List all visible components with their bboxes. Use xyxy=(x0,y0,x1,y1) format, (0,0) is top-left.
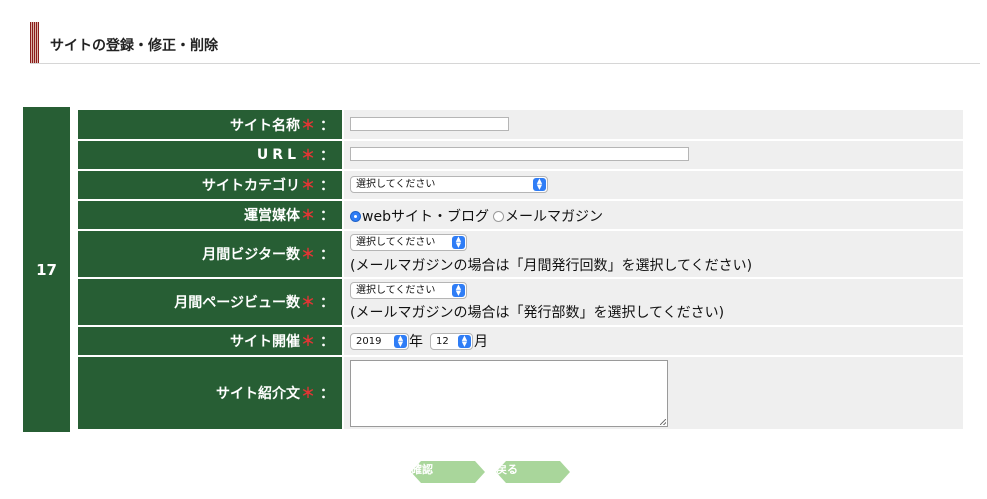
colon: ： xyxy=(320,208,334,224)
site-name-input[interactable] xyxy=(350,117,509,131)
required-mark: ＊ xyxy=(301,117,315,134)
select-value: 選択してください xyxy=(356,285,436,296)
required-mark: ＊ xyxy=(301,178,315,194)
label-text: URL xyxy=(256,147,300,163)
required-mark: ＊ xyxy=(301,295,315,311)
category-select[interactable]: 選択してください ▲ ▼ xyxy=(350,176,548,193)
back-button[interactable]: 戻る xyxy=(496,461,570,483)
row-description: サイト紹介文＊ ： xyxy=(78,357,963,429)
required-mark: ＊ xyxy=(301,334,315,350)
select-arrows-icon: ▲ ▼ xyxy=(394,335,407,348)
label-text: サイトカテゴリ xyxy=(202,178,300,194)
select-arrows-icon: ▲ ▼ xyxy=(533,178,546,191)
select-value: 2019 xyxy=(356,336,382,347)
radio-mail-magazine-label: メールマガジン xyxy=(504,209,603,225)
url-input[interactable] xyxy=(350,147,689,161)
field-monthly-visitors: 選択してください ▲ ▼ (メールマガジンの場合は「月間発行回数」を選択してくださ… xyxy=(344,231,963,277)
colon: ： xyxy=(320,295,334,311)
field-site-name xyxy=(344,110,963,139)
select-value: 選択してください xyxy=(356,179,436,190)
month-select[interactable]: 12 ▲ ▼ xyxy=(430,333,473,350)
label-media: 運営媒体＊ ： xyxy=(78,201,342,229)
field-monthly-pageviews: 選択してください ▲ ▼ (メールマガジンの場合は「発行部数」を選択してください) xyxy=(344,279,963,325)
select-arrows-icon: ▲ ▼ xyxy=(458,335,471,348)
select-value: 12 xyxy=(436,336,449,347)
row-url: URL ＊ ： xyxy=(78,141,963,169)
field-description xyxy=(344,357,963,429)
description-textarea[interactable] xyxy=(350,360,668,427)
label-site-name: サイト名称＊ ： xyxy=(78,110,342,139)
label-monthly-pageviews: 月間ページビュー数＊ ： xyxy=(78,279,342,325)
required-mark: ＊ xyxy=(301,148,315,164)
header-divider xyxy=(30,63,980,64)
required-mark: ＊ xyxy=(301,386,315,402)
page-title: サイトの登録・修正・削除 xyxy=(50,38,218,54)
radio-web-site-label: webサイト・ブログ xyxy=(362,209,489,225)
required-mark: ＊ xyxy=(301,247,315,263)
monthly-visitors-select[interactable]: 選択してください ▲ ▼ xyxy=(350,234,467,251)
label-description: サイト紹介文＊ ： xyxy=(78,357,342,429)
year-select[interactable]: 2019 ▲ ▼ xyxy=(350,333,409,350)
colon: ： xyxy=(320,117,334,134)
label-text: サイト紹介文 xyxy=(216,386,300,402)
label-text: 月間ページビュー数 xyxy=(174,295,300,311)
colon: ： xyxy=(320,386,334,402)
select-value: 選択してください xyxy=(356,237,436,248)
confirm-button-label: 確認 xyxy=(411,463,433,476)
media-radio-group: webサイト・ブログ メールマガジン xyxy=(350,206,603,226)
confirm-button[interactable]: 確認 xyxy=(411,461,485,483)
colon: ： xyxy=(320,148,334,164)
monthly-pageviews-note: (メールマガジンの場合は「発行部数」を選択してください) xyxy=(350,305,725,321)
required-mark: ＊ xyxy=(301,208,315,224)
resize-grip-icon[interactable] xyxy=(660,419,666,425)
label-text: 運営媒体 xyxy=(244,208,300,224)
colon: ： xyxy=(320,334,334,350)
monthly-visitors-note: (メールマガジンの場合は「月間発行回数」を選択してください) xyxy=(350,258,753,274)
select-arrows-icon: ▲ ▼ xyxy=(452,236,465,249)
field-media: webサイト・ブログ メールマガジン xyxy=(344,201,963,229)
colon: ： xyxy=(320,247,334,263)
label-opened: サイト開催＊ ： xyxy=(78,327,342,355)
row-opened: サイト開催＊ ： 2019 ▲ ▼ 年 12 ▲ ▼ 月 xyxy=(78,327,963,355)
row-media: 運営媒体＊ ： webサイト・ブログ メールマガジン xyxy=(78,201,963,229)
field-category: 選択してください ▲ ▼ xyxy=(344,171,963,199)
field-opened: 2019 ▲ ▼ 年 12 ▲ ▼ 月 xyxy=(344,327,963,355)
row-category: サイトカテゴリ＊ ： 選択してください ▲ ▼ xyxy=(78,171,963,199)
radio-mail-magazine[interactable] xyxy=(492,210,504,222)
select-arrows-icon: ▲ ▼ xyxy=(452,284,465,297)
colon: ： xyxy=(320,178,334,194)
label-text: サイト開催 xyxy=(230,334,300,350)
entry-number: 17 xyxy=(23,107,70,432)
monthly-pageviews-select[interactable]: 選択してください ▲ ▼ xyxy=(350,282,467,299)
row-site-name: サイト名称＊ ： xyxy=(78,110,963,139)
back-button-label: 戻る xyxy=(496,463,518,476)
header-accent-bar xyxy=(30,22,39,64)
label-text: 月間ビジター数 xyxy=(202,247,300,263)
row-monthly-visitors: 月間ビジター数＊ ： 選択してください ▲ ▼ (メールマガジンの場合は「月間発行回… xyxy=(78,231,963,277)
page-header: サイトの登録・修正・削除 xyxy=(30,22,980,64)
row-monthly-pageviews: 月間ページビュー数＊ ： 選択してください ▲ ▼ (メールマガジンの場合は「発行部… xyxy=(78,279,963,325)
month-suffix: 月 xyxy=(474,334,488,350)
label-monthly-visitors: 月間ビジター数＊ ： xyxy=(78,231,342,277)
label-text: サイト名称 xyxy=(230,117,300,134)
year-suffix: 年 xyxy=(409,334,423,350)
label-url: URL ＊ ： xyxy=(78,141,342,169)
radio-web-site[interactable] xyxy=(350,210,361,222)
label-category: サイトカテゴリ＊ ： xyxy=(78,171,342,199)
field-url xyxy=(344,141,963,169)
